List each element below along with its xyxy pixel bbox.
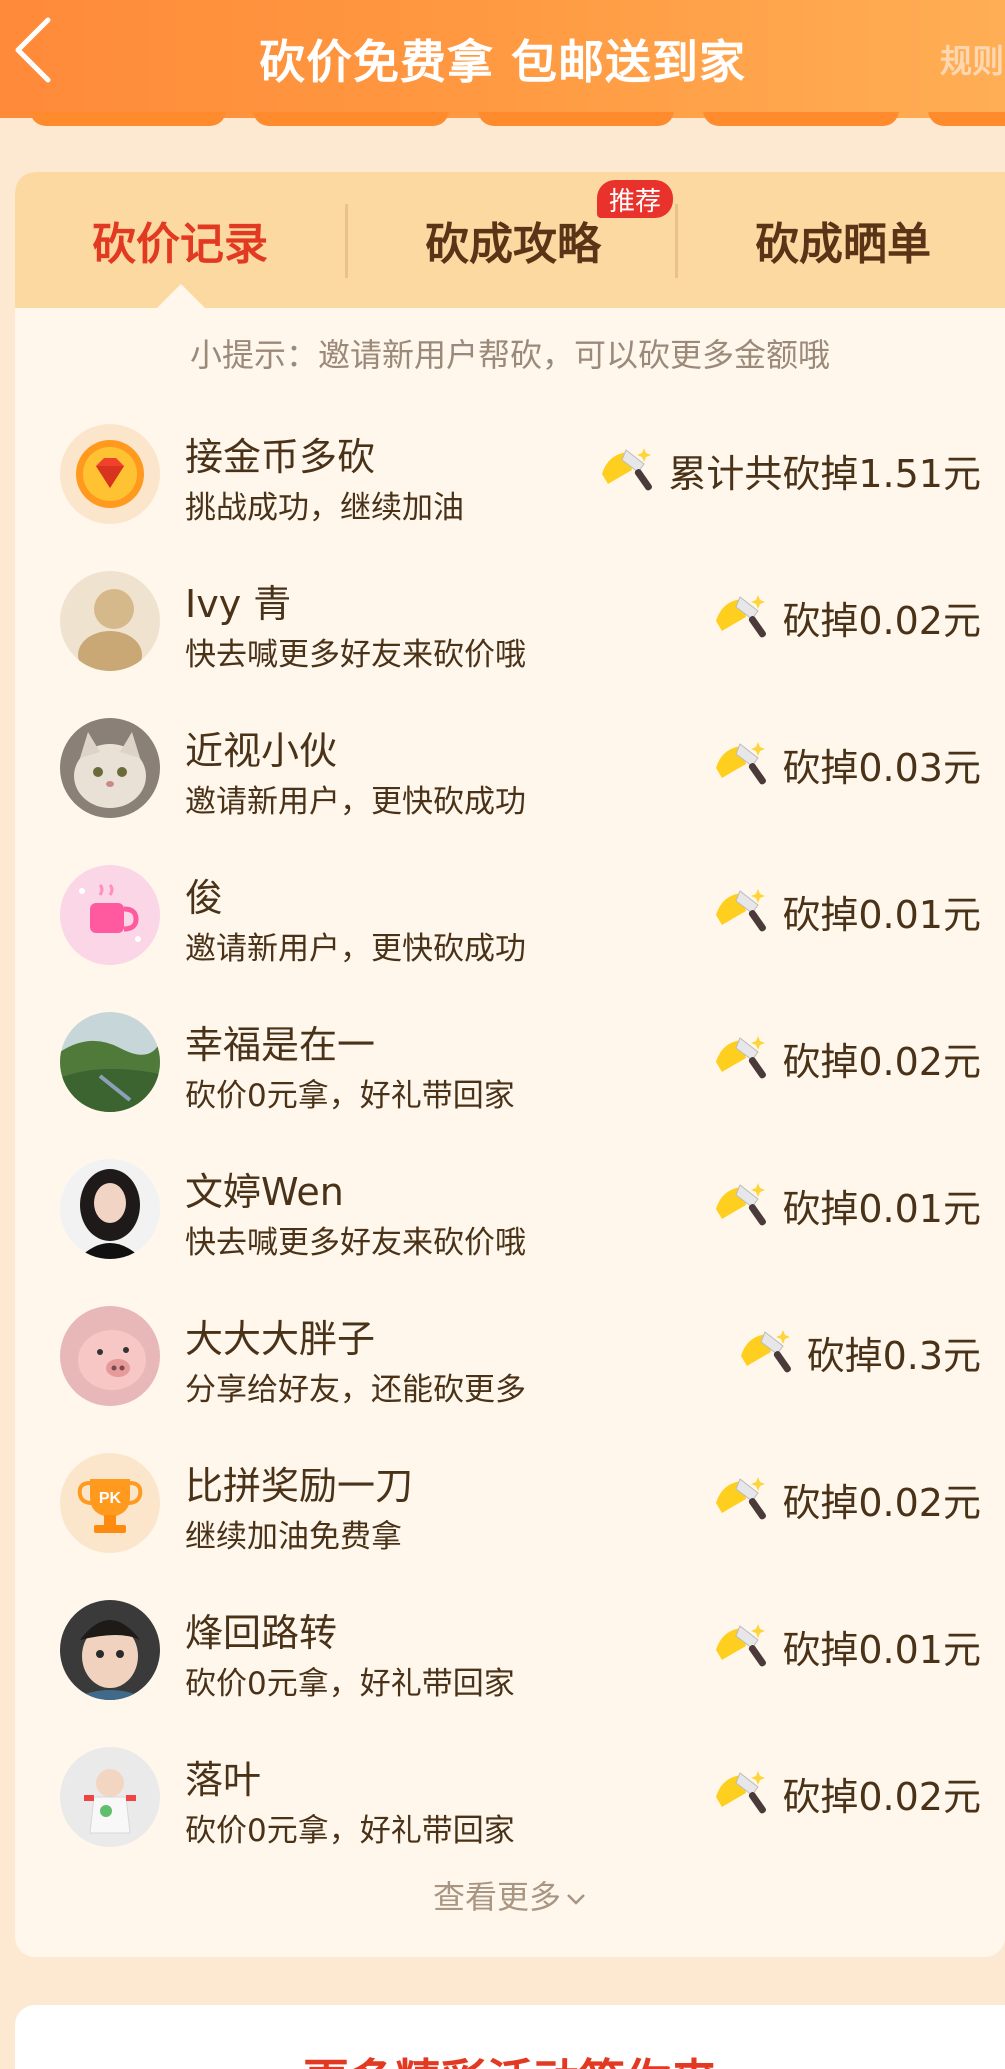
bargain-card: 砍价记录 砍成攻略 砍成晒单 推荐 小提示：邀请新用户帮砍，可以砍更多金额哦 接… (15, 172, 1005, 1957)
record-amount: 砍掉0.01元 (712, 1175, 981, 1235)
toddler-photo (60, 1747, 160, 1847)
page-title: 砍价免费拿 包邮送到家 (258, 35, 746, 89)
amount-text: 砍掉0.03元 (782, 745, 981, 790)
pk-trophy-icon: PK (60, 1453, 160, 1553)
list-item: 大大大胖子 分享给好友，还能砍更多 砍掉0.3元 (15, 1294, 1005, 1441)
recommend-badge: 推荐 (597, 180, 674, 218)
amount-text: 砍掉0.02元 (782, 1039, 981, 1084)
user-photo (60, 571, 160, 671)
record-amount: 砍掉0.01元 (712, 881, 981, 941)
cleaver-icon (716, 1624, 767, 1667)
record-subtitle: 砍价0元拿，好礼带回家 (185, 1078, 515, 1114)
record-subtitle: 快去喊更多好友来砍价哦 (185, 1225, 526, 1261)
record-subtitle: 砍价0元拿，好礼带回家 (185, 1666, 515, 1702)
rules-link[interactable]: 规则 (940, 36, 1004, 82)
list-item: 近视小伙 邀请新用户，更快砍成功 砍掉0.03元 (15, 706, 1005, 853)
see-more-button[interactable]: 查看更多 (15, 1872, 1005, 1918)
child-photo (60, 1600, 160, 1700)
record-subtitle: 邀请新用户，更快砍成功 (185, 784, 526, 820)
right-decor-icon (760, 2061, 820, 2069)
top-decor-strip (0, 112, 1005, 132)
pig-photo (60, 1306, 160, 1406)
list-item: 烽回路转 砍价0元拿，好礼带回家 砍掉0.01元 (15, 1588, 1005, 1735)
record-amount: 砍掉0.02元 (712, 1763, 981, 1823)
cleaver-icon (716, 1477, 767, 1520)
page: 砍价免费拿 包邮送到家 规则 砍价记录 砍成攻略 砍成晒单 推荐 小提示：邀请新… (0, 0, 1005, 2069)
amount-text: 砍掉0.01元 (782, 1186, 981, 1231)
list-item: PK 比拼奖励一刀 继续加油免费拿 砍掉0.02元 (15, 1441, 1005, 1588)
cat-photo (60, 718, 160, 818)
record-amount: 砍掉0.02元 (712, 587, 981, 647)
list-item: Ivy 青 快去喊更多好友来砍价哦 砍掉0.02元 (15, 559, 1005, 706)
list-item: 接金币多砍 挑战成功，继续加油 累计共砍掉1.51元 (15, 412, 1005, 559)
list-item: 文婷Wen 快去喊更多好友来砍价哦 砍掉0.01元 (15, 1147, 1005, 1294)
cleaver-icon (716, 889, 767, 932)
record-name: 接金币多砍 (185, 435, 376, 479)
amount-text: 累计共砍掉1.51元 (668, 451, 981, 496)
record-amount: 砍掉0.02元 (712, 1469, 981, 1529)
record-name: Ivy 青 (185, 582, 292, 626)
cleaver-icon (716, 595, 767, 638)
amount-text: 砍掉0.3元 (806, 1333, 981, 1378)
list-item: 俊 邀请新用户，更快砍成功 砍掉0.01元 (15, 853, 1005, 1000)
landscape-photo (60, 1012, 160, 1112)
amount-text: 砍掉0.02元 (782, 1774, 981, 1819)
amount-text: 砍掉0.02元 (782, 598, 981, 643)
header-bar: 砍价免费拿 包邮送到家 规则 (0, 0, 1005, 126)
record-subtitle: 邀请新用户，更快砍成功 (185, 931, 526, 967)
mug-icon (60, 865, 160, 965)
amount-text: 砍掉0.01元 (782, 1627, 981, 1672)
cleaver-icon (602, 448, 653, 491)
list-item: 幸福是在一 砍价0元拿，好礼带回家 砍掉0.02元 (15, 1000, 1005, 1147)
cleaver-icon (716, 1771, 767, 1814)
more-activities-card: 更多精彩活动等你来 (15, 2005, 1005, 2069)
portrait-photo (60, 1159, 160, 1259)
list-item: 落叶 砍价0元拿，好礼带回家 砍掉0.02元 (15, 1735, 1005, 1882)
cleaver-icon (716, 742, 767, 785)
record-name: 幸福是在一 (185, 1023, 376, 1067)
record-amount: 砍掉0.02元 (712, 1028, 981, 1088)
record-name: 文婷Wen (185, 1170, 344, 1214)
record-name: 俊 (185, 876, 224, 920)
record-amount: 砍掉0.3元 (737, 1322, 981, 1382)
tab-bargain-showcase[interactable]: 砍成晒单 (678, 172, 1005, 308)
record-name: 比拼奖励一刀 (185, 1464, 414, 1508)
record-amount: 砍掉0.03元 (712, 734, 981, 794)
record-name: 落叶 (185, 1758, 262, 1802)
record-subtitle: 继续加油免费拿 (185, 1519, 402, 1555)
bargain-record-list: 接金币多砍 挑战成功，继续加油 累计共砍掉1.51元 Ivy 青 快去喊更多好友… (15, 412, 1005, 1882)
cleaver-icon (716, 1183, 767, 1226)
chevron-down-icon (567, 1894, 585, 1905)
record-subtitle: 分享给好友，还能砍更多 (185, 1372, 526, 1408)
cleaver-icon (740, 1330, 791, 1373)
record-amount: 累计共砍掉1.51元 (598, 440, 981, 500)
svg-text:PK: PK (99, 1490, 122, 1507)
amount-text: 砍掉0.01元 (782, 892, 981, 937)
active-tab-pointer (155, 284, 207, 310)
tab-bar: 砍价记录 砍成攻略 砍成晒单 推荐 (15, 172, 1005, 310)
record-name: 近视小伙 (185, 729, 338, 773)
cleaver-icon (716, 1036, 767, 1079)
see-more-label: 查看更多 (432, 1878, 561, 1916)
record-subtitle: 快去喊更多好友来砍价哦 (185, 637, 526, 673)
record-subtitle: 挑战成功，继续加油 (185, 490, 464, 526)
record-subtitle: 砍价0元拿，好礼带回家 (185, 1813, 515, 1849)
hint-text: 小提示：邀请新用户帮砍，可以砍更多金额哦 (189, 336, 830, 374)
record-name: 烽回路转 (185, 1611, 338, 1655)
amount-text: 砍掉0.02元 (782, 1480, 981, 1525)
gem-coin-icon (60, 424, 160, 524)
record-amount: 砍掉0.01元 (712, 1616, 981, 1676)
more-activities-title: 更多精彩活动等你来 (15, 2045, 1005, 2069)
record-name: 大大大胖子 (185, 1317, 376, 1361)
